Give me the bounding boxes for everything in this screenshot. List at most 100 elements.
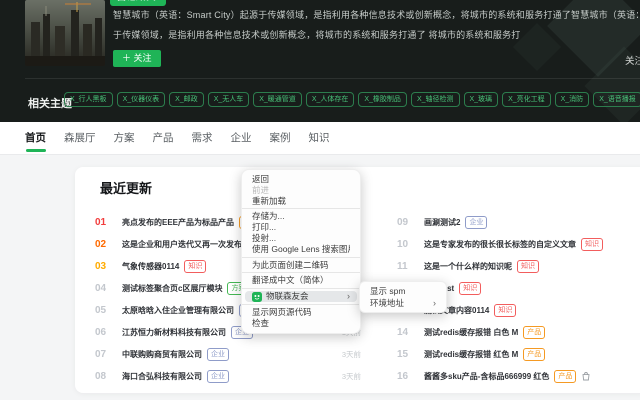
rank-number: 02: [95, 239, 112, 250]
item-tag: 企业: [465, 216, 487, 229]
rank-number: 06: [95, 327, 112, 338]
menu-item[interactable]: 重新加载: [242, 196, 360, 207]
related-tags: X_行人黑板 X_仪器仪表X_邮政 X_无人车X_暖通管道 X_人体存在X_橡胶制品 X…: [64, 92, 640, 107]
nav-item-4[interactable]: 产品: [153, 122, 174, 155]
item-title[interactable]: 画涮测试2: [424, 217, 460, 228]
rank-number: 05: [95, 305, 112, 316]
related-topic-tag[interactable]: X_邮政: [169, 92, 204, 107]
rank-number: 10: [397, 239, 414, 250]
submenu-item[interactable]: 显示 spm: [360, 285, 446, 297]
nav-item-7[interactable]: 案例: [270, 122, 291, 155]
related-topic-tag[interactable]: X_人体存在: [306, 92, 355, 107]
item-tag: 知识: [494, 304, 516, 317]
list-item[interactable]: 16 酱酱多sku产品-含标品666999 红色产品: [397, 365, 640, 387]
submenu-arrow-icon: ›: [433, 297, 436, 309]
item-title[interactable]: 太原晗晗入住企业管理有限公司: [122, 305, 234, 316]
related-topic-tag[interactable]: X_亮化工程: [502, 92, 551, 107]
menu-item[interactable]: 投射...: [242, 233, 360, 244]
related-topic-tag[interactable]: X_消防: [555, 92, 590, 107]
menu-item[interactable]: 返回: [242, 174, 360, 185]
list-item[interactable]: 10这是专家发布的很长很长标签的自定义文章知识: [397, 233, 640, 255]
menu-item[interactable]: 存储为...: [242, 211, 360, 222]
related-topic-tag[interactable]: X_语音播报: [593, 92, 640, 107]
rank-number: 07: [95, 349, 112, 360]
list-item[interactable]: 15 测试redis缓存报错 红色 M 产品: [397, 343, 640, 365]
menu-item[interactable]: 使用 Google Lens 搜索图片: [242, 244, 360, 255]
related-topic-tag[interactable]: X_轴径检测: [411, 92, 460, 107]
menu-item-label: 返回: [252, 174, 269, 185]
topic-title-highlight: 智慧城市: [110, 0, 166, 6]
rank-number: 01: [95, 217, 112, 228]
menu-divider: [242, 257, 360, 258]
extension-icon: [252, 292, 262, 302]
item-tag: 产品: [554, 370, 576, 383]
list-item[interactable]: 11这是一个什么样的知识呢知识: [397, 255, 640, 277]
menu-item[interactable]: 翻译成中文（简体）: [242, 275, 360, 286]
page: 智慧城市 智慧城市（英语：Smart City）起源于传媒领域，是指利用各种信息…: [0, 0, 640, 400]
item-title[interactable]: 这是一个什么样的知识呢: [424, 261, 512, 272]
product-bag-icon: [581, 371, 591, 381]
rank-number: 04: [95, 283, 112, 294]
related-topic-tag[interactable]: X_仪器仪表: [117, 92, 166, 107]
item-title[interactable]: 测试redis缓存报错 白色 M: [424, 327, 518, 338]
menu-item[interactable]: 打印...: [242, 222, 360, 233]
menu-item-label: 存储为...: [252, 211, 285, 222]
menu-item[interactable]: 显示网页源代码: [242, 307, 360, 318]
rank-number: 15: [397, 349, 414, 360]
submenu-arrow-icon: ›: [347, 291, 350, 302]
menu-item[interactable]: 检查: [242, 318, 360, 329]
list-item[interactable]: 09画涮测试2企业: [397, 211, 640, 233]
related-topic-tag[interactable]: X_行人黑板: [64, 92, 113, 107]
item-title[interactable]: 酱酱多sku产品-含标品666999 红色: [424, 371, 549, 382]
item-tag: 企业: [207, 348, 229, 361]
item-tag: 产品: [523, 348, 545, 361]
menu-item[interactable]: 为此页面创建二维码: [242, 260, 360, 271]
topic-description-line1: 智慧城市（英语：Smart City）起源于传媒领域，是指利用各种信息技术或创新…: [113, 8, 638, 21]
related-topic-tag[interactable]: X_无人车: [208, 92, 250, 107]
item-tag: 知识: [184, 260, 206, 273]
main-nav: 首页森展厅方案产品需求企业案例知识: [0, 122, 640, 155]
related-topic-tag[interactable]: X_橡胶制品: [358, 92, 407, 107]
menu-item[interactable]: 物联森友会›: [245, 291, 357, 302]
item-title[interactable]: 测试redis缓存报错 红色 M: [424, 349, 518, 360]
rank-number: 14: [397, 327, 414, 338]
item-title[interactable]: 海口合弘科技有限公司: [122, 371, 202, 382]
nav-item-5[interactable]: 需求: [192, 122, 213, 155]
item-title[interactable]: 亮点发布的EEE产品为标品产品: [122, 217, 234, 228]
menu-divider: [242, 288, 360, 289]
context-menu: 返回前进重新加载存储为...打印...投射...使用 Google Lens 搜…: [241, 169, 361, 334]
item-title[interactable]: 江苏恒力新材料科技有限公司: [122, 327, 226, 338]
nav-item-3[interactable]: 方案: [114, 122, 135, 155]
item-title[interactable]: 中联购购商贸有限公司: [122, 349, 202, 360]
menu-item-label: 显示网页源代码: [252, 307, 312, 318]
menu-item: 前进: [242, 185, 360, 196]
rank-number: 03: [95, 261, 112, 272]
item-time: 3天前: [342, 371, 361, 382]
item-tag: 知识: [517, 260, 539, 273]
recent-updates-heading: 最近更新: [100, 178, 152, 197]
item-title[interactable]: 测试标签聚合页c区展厅模块: [122, 283, 222, 294]
topic-cover-photo: [25, 0, 105, 66]
menu-divider: [242, 304, 360, 305]
list-item[interactable]: 14测试redis缓存报错 白色 M产品: [397, 321, 640, 343]
rank-number: 16: [397, 371, 414, 382]
related-topic-tag[interactable]: X_暖通管道: [253, 92, 302, 107]
context-submenu: 显示 spm环境地址 ›: [359, 281, 447, 313]
list-item[interactable]: 08海口合弘科技有限公司企业3天前: [95, 365, 361, 387]
related-topic-tag[interactable]: X_玻璃: [464, 92, 499, 107]
nav-item-8[interactable]: 知识: [309, 122, 330, 155]
nav-item-1[interactable]: 首页: [25, 122, 46, 155]
item-title[interactable]: 这是专家发布的很长很长标签的自定义文章: [424, 239, 576, 250]
nav-item-6[interactable]: 企业: [231, 122, 252, 155]
menu-item-label: 检查: [252, 318, 269, 329]
follow-button[interactable]: ＋ 关注: [113, 50, 161, 67]
submenu-item[interactable]: 环境地址 ›: [360, 297, 446, 309]
submenu-item-label: 显示 spm: [370, 285, 405, 297]
menu-item-label: 打印...: [252, 222, 276, 233]
menu-item-label: 翻译成中文（简体）: [252, 275, 329, 286]
item-title[interactable]: 气象传感器0114: [122, 261, 179, 272]
topic-description-line2: 于传媒领域，是指利用各种信息技术或创新概念，将城市的系统和服务打通了 将城市的系…: [113, 28, 638, 41]
nav-item-2[interactable]: 森展厅: [64, 122, 96, 155]
list-item[interactable]: 07中联购购商贸有限公司企业3天前: [95, 343, 361, 365]
submenu-item-label: 环境地址: [370, 297, 404, 309]
